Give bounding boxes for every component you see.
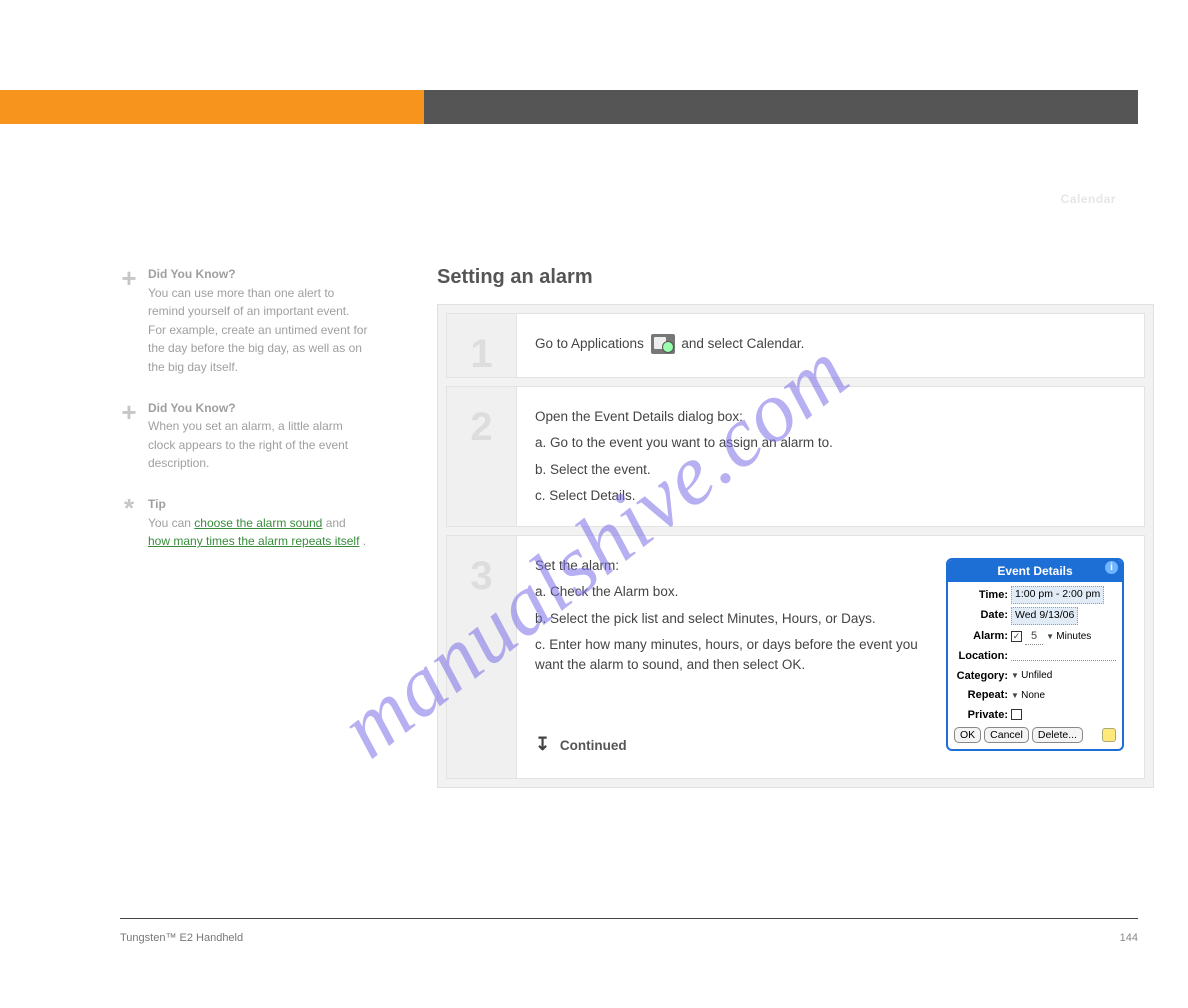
repeat-picklist[interactable]: None [1011, 688, 1045, 703]
step1-text-post: and select Calendar. [681, 336, 804, 351]
chapter-label: CHAPTER 8 [132, 192, 205, 206]
alarm-checkbox[interactable]: ✓ [1011, 631, 1022, 642]
step-number: 2 [447, 387, 517, 526]
tip-link-1[interactable]: choose the alarm sound [194, 516, 322, 530]
dialog-title: Event Details [997, 564, 1072, 578]
step3-c: c. Enter how many minutes, hours, or day… [535, 635, 928, 676]
plus-icon: + [120, 399, 138, 473]
step-1: 1 Go to Applications and select Calendar… [446, 313, 1145, 378]
substep-label: a. [535, 435, 546, 450]
tip-block-2: + Did You Know? When you set an alarm, a… [120, 399, 370, 473]
substep-label: c. [535, 637, 546, 652]
substep-label: c. [535, 488, 546, 503]
substep-text: Go to the event you want to assign an al… [546, 435, 833, 450]
private-row: Private: [954, 707, 1116, 724]
continued-label: ↧ Continued [535, 731, 928, 758]
tip-body: When you set an alarm, a little alarm cl… [148, 419, 348, 470]
event-details-dialog: Event Details i Time: 1:00 pm - 2:00 pm … [946, 558, 1124, 751]
tip-body: You can use more than one alert to remin… [148, 286, 367, 374]
title-bar [424, 90, 1138, 124]
tip-body-pre: You can [148, 516, 194, 530]
step-body: Go to Applications and select Calendar. [531, 322, 1130, 369]
section-heading: Setting an alarm [437, 266, 593, 289]
date-row: Date: Wed 9/13/06 [954, 607, 1116, 625]
step2-c: c. Select Details. [535, 486, 1124, 506]
substep-text: Check the Alarm box. [546, 584, 678, 599]
info-icon[interactable]: i [1105, 561, 1118, 574]
substep-text: Select the pick list and select Minutes,… [546, 611, 875, 626]
private-label: Private: [954, 707, 1008, 724]
step-3: 3 Set the alarm: a. Check the Alarm box.… [446, 535, 1145, 779]
steps-container: 1 Go to Applications and select Calendar… [437, 304, 1154, 788]
alarm-row: Alarm: ✓ 5 Minutes [954, 628, 1116, 646]
substep-label: b. [535, 462, 546, 477]
date-field[interactable]: Wed 9/13/06 [1011, 607, 1078, 625]
substep-text: Select the event. [546, 462, 650, 477]
step-number: 1 [447, 314, 517, 377]
step-body: Open the Event Details dialog box: a. Go… [531, 395, 1130, 518]
tip-heading: Did You Know? [148, 267, 236, 281]
tip-text: Did You Know? When you set an alarm, a l… [148, 399, 370, 473]
tip-heading: Did You Know? [148, 401, 236, 415]
chapter-title: Calendar [1061, 192, 1116, 206]
category-picklist[interactable]: Unfiled [1011, 668, 1052, 683]
step3-b: b. Select the pick list and select Minut… [535, 609, 928, 629]
step2-b: b. Select the event. [535, 460, 1124, 480]
repeat-row: Repeat: None [954, 687, 1116, 704]
footer-rule [120, 918, 1138, 919]
dialog-title-bar: Event Details i [948, 560, 1122, 582]
tip-body-tail: . [363, 534, 366, 548]
footer: Tungsten™ E2 Handheld 144 [120, 932, 1138, 944]
continued-arrow-icon: ↧ [535, 734, 550, 754]
tip-text: Tip You can choose the alarm sound and h… [148, 495, 370, 551]
step-body: Set the alarm: a. Check the Alarm box. b… [531, 544, 1130, 770]
header-bar [0, 90, 1188, 124]
plus-icon: + [120, 265, 138, 377]
note-icon[interactable] [1102, 728, 1116, 742]
time-row: Time: 1:00 pm - 2:00 pm [954, 586, 1116, 604]
tip-body-mid: and [326, 516, 346, 530]
step3-a: a. Check the Alarm box. [535, 582, 928, 602]
substep-text: Enter how many minutes, hours, or days b… [535, 637, 918, 672]
alarm-unit-picklist[interactable]: Minutes [1046, 629, 1091, 644]
sidebar-tips: + Did You Know? You can use more than on… [120, 265, 370, 573]
step2-intro: Open the Event Details dialog box: [535, 407, 1124, 427]
step-2: 2 Open the Event Details dialog box: a. … [446, 386, 1145, 527]
location-row: Location: [954, 648, 1116, 665]
location-field[interactable] [1011, 651, 1116, 661]
cancel-button[interactable]: Cancel [984, 727, 1029, 743]
step3-intro: Set the alarm: [535, 556, 928, 576]
continued-text: Continued [560, 738, 627, 753]
location-label: Location: [954, 648, 1008, 665]
delete-button[interactable]: Delete... [1032, 727, 1083, 743]
step-number: 3 [447, 536, 517, 778]
category-row: Category: Unfiled [954, 668, 1116, 685]
tip-text: Did You Know? You can use more than one … [148, 265, 370, 377]
alarm-label: Alarm: [954, 628, 1008, 645]
substep-label: a. [535, 584, 546, 599]
asterisk-icon: * [120, 495, 138, 551]
time-field[interactable]: 1:00 pm - 2:00 pm [1011, 586, 1104, 604]
footer-left: Tungsten™ E2 Handheld [120, 932, 243, 944]
substep-label: b. [535, 611, 546, 626]
chapter-bar [0, 90, 424, 124]
ok-button[interactable]: OK [954, 727, 981, 743]
tip-heading: Tip [148, 497, 166, 511]
substep-text: Select Details. [546, 488, 636, 503]
calendar-app-icon [651, 334, 675, 354]
tip-block-1: + Did You Know? You can use more than on… [120, 265, 370, 377]
tip-block-3: * Tip You can choose the alarm sound and… [120, 495, 370, 551]
category-label: Category: [954, 668, 1008, 685]
step2-a: a. Go to the event you want to assign an… [535, 433, 1124, 453]
time-label: Time: [954, 587, 1008, 604]
private-checkbox[interactable] [1011, 709, 1022, 720]
page-number: 144 [1120, 932, 1138, 944]
alarm-number[interactable]: 5 [1025, 628, 1043, 646]
step1-text-pre: Go to Applications [535, 336, 648, 351]
tip-link-2[interactable]: how many times the alarm repeats itself [148, 534, 359, 548]
date-label: Date: [954, 607, 1008, 624]
repeat-label: Repeat: [954, 687, 1008, 704]
